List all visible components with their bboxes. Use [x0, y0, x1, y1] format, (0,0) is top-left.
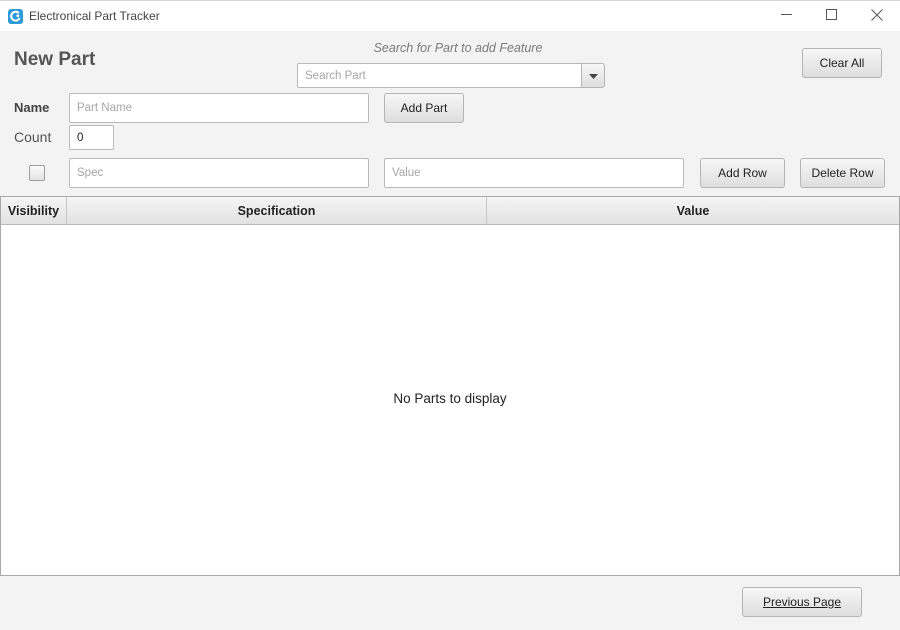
search-hint: Search for Part to add Feature — [373, 41, 543, 55]
part-name-input[interactable]: Part Name — [69, 93, 369, 123]
count-label: Count — [14, 129, 52, 145]
spec-input[interactable]: Spec — [69, 158, 369, 188]
window-title: Electronical Part Tracker — [29, 9, 160, 23]
close-button[interactable] — [854, 1, 900, 31]
clear-all-button[interactable]: Clear All — [802, 48, 882, 78]
add-part-button[interactable]: Add Part — [384, 93, 464, 123]
page-title: New Part — [14, 49, 96, 70]
column-header-specification[interactable]: Specification — [67, 197, 487, 224]
delete-row-button[interactable]: Delete Row — [800, 158, 885, 188]
chevron-down-icon — [588, 69, 598, 83]
empty-table-message: No Parts to display — [393, 391, 507, 406]
table-header: Visibility Specification Value — [1, 197, 899, 225]
previous-page-button[interactable]: Previous Page — [742, 587, 862, 617]
value-input[interactable]: Value — [384, 158, 684, 188]
parts-table[interactable]: Visibility Specification Value No Parts … — [0, 196, 900, 576]
count-input[interactable]: 0 — [69, 125, 114, 150]
close-icon — [871, 8, 883, 24]
search-dropdown-button[interactable] — [581, 63, 605, 88]
maximize-icon — [825, 9, 837, 23]
minimize-icon — [780, 9, 792, 23]
app-logo-icon — [8, 9, 23, 24]
search-part-combobox[interactable]: Search Part — [297, 63, 605, 88]
title-bar: Electronical Part Tracker — [0, 0, 900, 31]
add-row-button[interactable]: Add Row — [700, 158, 785, 188]
minimize-button[interactable] — [763, 1, 809, 31]
column-header-visibility[interactable]: Visibility — [1, 197, 67, 224]
maximize-button[interactable] — [808, 1, 854, 31]
name-label: Name — [14, 100, 50, 115]
column-header-value[interactable]: Value — [487, 197, 899, 224]
visibility-checkbox[interactable] — [29, 165, 45, 181]
search-part-input[interactable]: Search Part — [297, 63, 583, 88]
